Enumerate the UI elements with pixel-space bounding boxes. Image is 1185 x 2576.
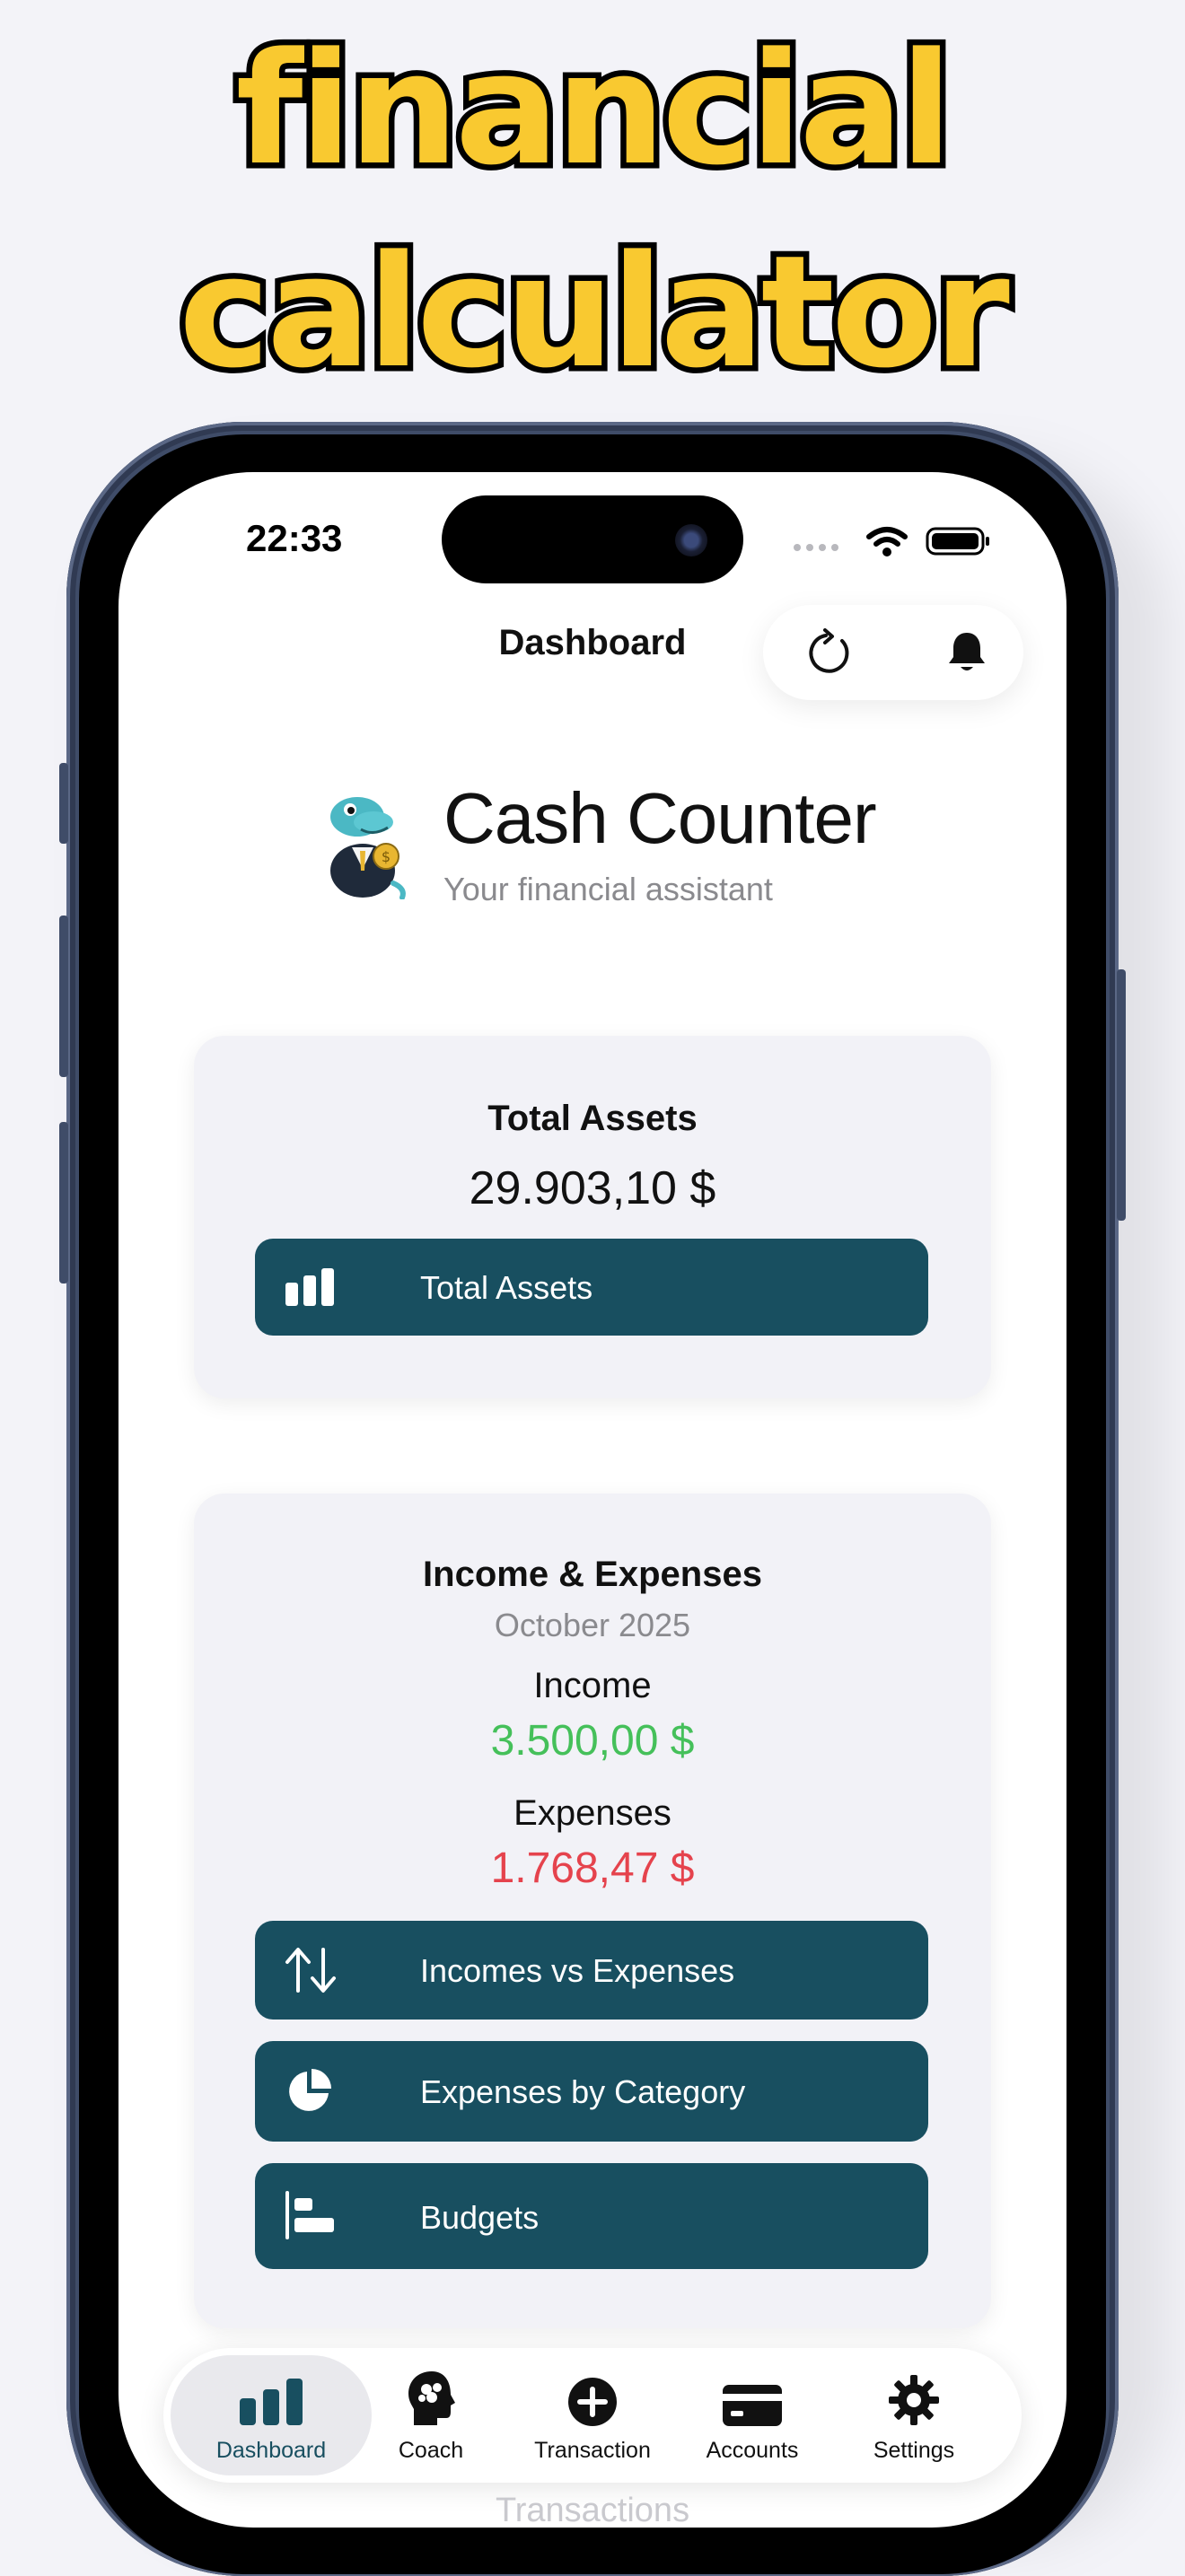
action-button: [59, 763, 68, 844]
arrows-up-down-icon: [284, 1946, 339, 1994]
total-assets-title: Total Assets: [487, 1099, 698, 1138]
refresh-icon: [809, 628, 849, 673]
expenses-amount: 1.768,47 $: [490, 1844, 695, 1892]
tab-coach-label: Coach: [398, 2438, 464, 2463]
incomes-vs-expenses-label: Incomes vs Expenses: [420, 1952, 735, 1989]
budgets-label: Budgets: [420, 2199, 540, 2236]
tab-settings[interactable]: Settings: [833, 2355, 995, 2475]
tab-bar: Dashboard Coach Transaction Accounts Set…: [163, 2348, 1022, 2483]
horizontal-bars-icon: [284, 2188, 338, 2242]
nav-actions: [763, 605, 1023, 700]
headline-line-1: financial: [230, 19, 959, 199]
cellular-signal-icon: [794, 527, 989, 556]
total-assets-button[interactable]: Total Assets: [255, 1239, 928, 1336]
income-label: Income: [533, 1666, 652, 1705]
volume-up-button: [59, 916, 68, 1077]
total-assets-button-label: Total Assets: [420, 1269, 593, 1306]
income-expenses-period: October 2025: [494, 1607, 691, 1643]
app-name: Cash Counter: [443, 778, 877, 858]
status-icons: [790, 522, 996, 558]
pie-chart-icon: [284, 2066, 334, 2116]
brain-head-icon: [350, 2370, 512, 2427]
status-time: 22:33: [246, 517, 343, 559]
tab-coach[interactable]: Coach: [350, 2355, 512, 2475]
phone-screen: 22:33 Dashboard $ Cash Counter Your fina…: [118, 472, 1066, 2528]
tab-transaction[interactable]: Transaction: [512, 2355, 673, 2475]
bar-chart-icon: [171, 2370, 372, 2427]
tab-accounts-label: Accounts: [706, 2438, 799, 2463]
plus-circle-icon: [512, 2370, 673, 2427]
income-expenses-title: Income & Expenses: [423, 1555, 762, 1594]
tab-accounts[interactable]: Accounts: [672, 2355, 833, 2475]
gear-icon: [833, 2370, 995, 2427]
total-assets-card: Total Assets 29.903,10 $ Total Assets: [194, 1036, 991, 1398]
volume-down-button: [59, 1122, 68, 1284]
income-amount: 3.500,00 $: [490, 1717, 695, 1765]
bar-chart-icon: [284, 1266, 338, 1309]
total-assets-amount: 29.903,10 $: [469, 1162, 716, 1214]
income-expenses-card: Income & Expenses October 2025 Income 3.…: [194, 1494, 991, 2328]
tab-settings-label: Settings: [873, 2438, 955, 2463]
refresh-button[interactable]: [801, 623, 860, 682]
svg-text:$: $: [382, 848, 391, 865]
tab-dashboard[interactable]: Dashboard: [171, 2355, 372, 2475]
budgets-button[interactable]: Budgets: [255, 2163, 928, 2269]
lizard-mascot-icon: $: [330, 797, 406, 899]
tab-dashboard-label: Dashboard: [215, 2438, 327, 2463]
bell-icon: [949, 633, 985, 670]
camera-icon: [675, 524, 707, 556]
expenses-label: Expenses: [514, 1793, 672, 1833]
notifications-button[interactable]: [937, 623, 996, 682]
tab-transaction-label: Transaction: [534, 2438, 651, 2463]
dynamic-island: [442, 495, 743, 583]
expenses-by-category-button[interactable]: Expenses by Category: [255, 2041, 928, 2142]
power-button: [1117, 969, 1126, 1221]
headline-line-2: calculator: [173, 222, 1016, 402]
incomes-vs-expenses-button[interactable]: Incomes vs Expenses: [255, 1921, 928, 2020]
app-subtitle: Your financial assistant: [443, 871, 773, 907]
expenses-by-category-label: Expenses by Category: [420, 2073, 746, 2110]
wifi-icon: [866, 527, 908, 556]
scrolled-section-title: Transactions: [495, 2492, 690, 2528]
battery-icon: [926, 527, 989, 556]
credit-card-icon: [672, 2370, 833, 2427]
